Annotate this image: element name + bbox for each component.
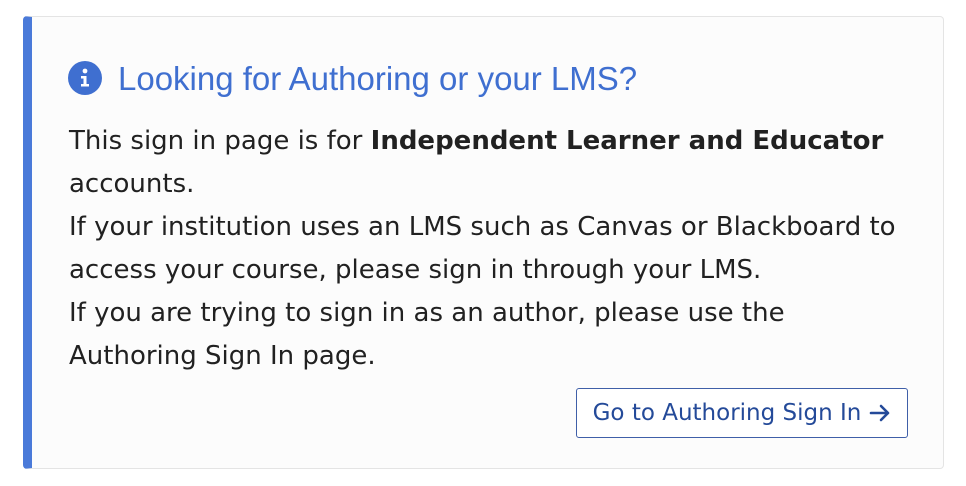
account-type-suffix: accounts.	[69, 169, 195, 199]
notice-paragraph-lms: If your institution uses an LMS such as …	[69, 212, 896, 285]
notice-paragraph-account-type: This sign in page is for Independent Lea…	[69, 120, 909, 206]
go-to-authoring-sign-in-label: Go to Authoring Sign In	[592, 400, 862, 426]
notice-paragraph-author: If you are trying to sign in as an autho…	[69, 298, 785, 371]
info-icon	[68, 61, 102, 95]
authoring-lms-notice: Looking for Authoring or your LMS? This …	[23, 16, 944, 469]
account-type-prefix: This sign in page is for	[69, 126, 371, 156]
go-to-authoring-sign-in-button[interactable]: Go to Authoring Sign In	[576, 388, 908, 438]
notice-title: Looking for Authoring or your LMS?	[118, 59, 638, 97]
notice-header: Looking for Authoring or your LMS?	[68, 61, 637, 95]
account-type-bold: Independent Learner and Educator	[370, 126, 884, 156]
notice-body: This sign in page is for Independent Lea…	[69, 120, 909, 378]
arrow-right-icon	[869, 403, 891, 423]
